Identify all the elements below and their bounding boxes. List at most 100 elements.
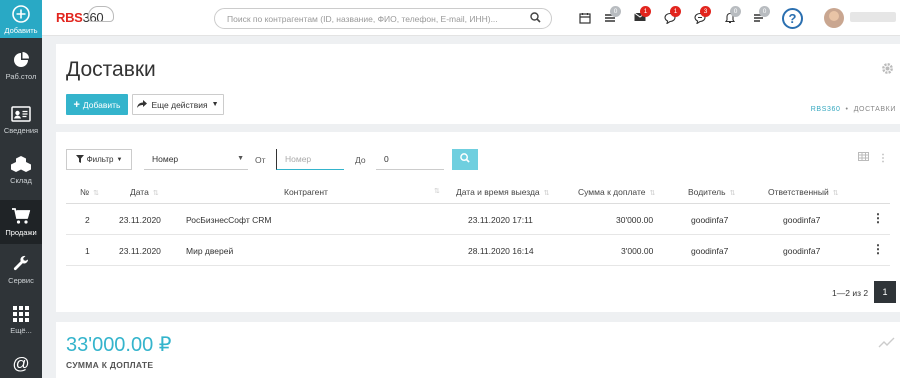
cell-number: 2 — [85, 215, 90, 225]
apply-filter-button[interactable] — [452, 149, 478, 170]
add-button[interactable]: + Добавить — [66, 94, 128, 115]
sidebar-item-service[interactable]: Сервис — [0, 254, 42, 294]
caret-down-icon: ▼ — [116, 156, 123, 163]
sidebar-item-email[interactable]: @ — [0, 354, 42, 378]
documents-icon[interactable]: 0 — [752, 6, 770, 26]
boxes-icon — [11, 154, 31, 174]
column-header-counterparty[interactable]: Контрагент — [284, 187, 328, 197]
caret-down-icon: ▼ — [237, 155, 244, 162]
more-actions-label: Еще действия — [151, 99, 208, 110]
column-header-amount[interactable]: Сумма к доплате ⇅ — [578, 187, 655, 197]
table-row[interactable]: 1 23.11.2020 Мир дверей 28.11.2020 16:14… — [66, 235, 890, 266]
help-icon[interactable]: ? — [782, 8, 803, 29]
shopping-cart-icon — [11, 206, 31, 226]
table-tools: ⋮ — [858, 152, 894, 164]
sidebar-item-more[interactable]: Ещё... — [0, 304, 42, 344]
contact-card-icon — [11, 104, 31, 124]
cloud-icon — [88, 6, 114, 22]
breadcrumb-separator: • — [843, 106, 852, 113]
cell-counterparty[interactable]: Мир дверей — [186, 246, 233, 256]
cell-amount: 30'000.00 — [616, 215, 654, 225]
column-header-driver[interactable]: Водитель ⇅ — [688, 187, 735, 197]
sort-icon: ⇅ — [832, 190, 839, 197]
row-menu-icon[interactable]: ⋮ — [872, 212, 884, 224]
calendar-icon[interactable] — [578, 12, 592, 26]
column-header-date[interactable]: Дата ⇅ — [130, 187, 159, 197]
sort-icon[interactable]: ⇅ — [434, 187, 440, 195]
plus-icon: + — [73, 98, 80, 111]
filter-icon — [75, 154, 84, 165]
wrench-icon — [11, 254, 31, 274]
sidebar-item-label: Сведения — [3, 126, 39, 135]
cell-date: 23.11.2020 — [119, 215, 161, 225]
sidebar-item-dashboard[interactable]: Раб.стол — [0, 50, 42, 94]
sidebar-item-warehouse[interactable]: Склад — [0, 154, 42, 194]
page-title: Доставки — [66, 58, 156, 81]
grid-icon — [11, 304, 31, 324]
username-redacted[interactable] — [850, 12, 896, 22]
column-header-responsible[interactable]: Ответственный ⇅ — [768, 187, 839, 197]
pagination-summary: 1—2 из 2 — [832, 288, 869, 298]
summary-value: 33'000.00 ₽ — [66, 334, 172, 356]
gear-icon[interactable] — [881, 62, 894, 78]
more-vertical-icon[interactable]: ⋮ — [878, 153, 894, 164]
from-input[interactable]: Номер — [276, 149, 344, 170]
logo-text: RBS — [56, 10, 83, 25]
notifications-badge: 0 — [730, 6, 741, 17]
logo[interactable]: RBS360 — [56, 6, 114, 25]
filter-button[interactable]: Фильтр ▼ — [66, 149, 132, 170]
breadcrumb-current: ДОСТАВКИ — [853, 106, 896, 113]
breadcrumb-root[interactable]: RBS360 — [811, 106, 841, 113]
search-icon — [460, 153, 470, 166]
to-input[interactable]: 0 — [376, 149, 444, 170]
comments-badge: 3 — [700, 6, 711, 17]
sidebar-item-label: Склад — [10, 176, 32, 185]
row-menu-icon[interactable]: ⋮ — [872, 243, 884, 255]
sort-icon: ⇅ — [93, 190, 99, 197]
sidebar-item-add[interactable]: Добавить — [0, 0, 42, 38]
cell-amount: 3'000.00 — [621, 246, 654, 256]
column-header-number[interactable]: № ⇅ — [80, 187, 99, 197]
sort-icon: ⇅ — [543, 190, 550, 197]
search-input[interactable]: Поиск по контрагентам (ID, название, ФИО… — [214, 8, 552, 29]
sidebar: Добавить Раб.стол Сведения Склад Продажи… — [0, 0, 42, 378]
table-view-icon[interactable] — [858, 152, 878, 164]
column-header-departure[interactable]: Дата и время выезда ⇅ — [456, 187, 550, 197]
mail-icon[interactable]: 1 — [633, 6, 651, 26]
comments-icon[interactable]: 3 — [693, 6, 711, 26]
avatar[interactable] — [824, 8, 844, 28]
cell-departure: 28.11.2020 16:14 — [468, 246, 534, 256]
bell-icon[interactable]: 0 — [723, 6, 741, 26]
trend-chart-icon[interactable] — [878, 336, 896, 351]
cell-responsible: goodinfa7 — [783, 246, 821, 256]
table-row[interactable]: 2 23.11.2020 РосБизнесСофт CRM 23.11.202… — [66, 204, 890, 235]
sidebar-item-label: Добавить — [4, 26, 38, 35]
filter-label: Фильтр — [86, 155, 114, 164]
caret-down-icon: ▼ — [211, 101, 219, 108]
from-placeholder: Номер — [285, 154, 312, 164]
sidebar-item-label: Продажи — [5, 228, 37, 237]
mail-badge: 1 — [640, 6, 651, 17]
sidebar-item-info[interactable]: Сведения — [0, 104, 42, 144]
to-label: До — [355, 155, 366, 165]
cell-counterparty[interactable]: РосБизнесСофт CRM — [186, 215, 271, 225]
search-icon[interactable] — [530, 12, 541, 26]
pie-chart-icon — [11, 50, 31, 70]
sidebar-item-label: Ещё... — [10, 326, 32, 335]
sort-icon: ⇅ — [649, 190, 656, 197]
share-arrow-icon — [137, 99, 148, 110]
chat-badge: 1 — [670, 6, 681, 17]
cell-driver: goodinfa7 — [691, 215, 729, 225]
cell-departure: 23.11.2020 17:11 — [468, 215, 533, 225]
sort-icon: ⇅ — [729, 190, 736, 197]
pagination-page-button[interactable]: 1 — [874, 281, 896, 303]
plus-circle-icon — [11, 4, 31, 24]
tasks-list-icon[interactable]: 0 — [603, 6, 621, 26]
more-actions-button[interactable]: Еще действия ▼ — [132, 94, 224, 115]
chat-icon[interactable]: 1 — [663, 6, 681, 26]
table-header: № ⇅ Дата ⇅ Контрагент ⇅ Дата и время выезд… — [66, 178, 890, 204]
search-placeholder: Поиск по контрагентам (ID, название, ФИО… — [227, 13, 498, 24]
breadcrumb: RBS360 • ДОСТАВКИ — [811, 106, 896, 113]
field-select[interactable]: Номер ▼ — [144, 149, 248, 170]
sidebar-item-sales[interactable]: Продажи — [0, 200, 42, 244]
